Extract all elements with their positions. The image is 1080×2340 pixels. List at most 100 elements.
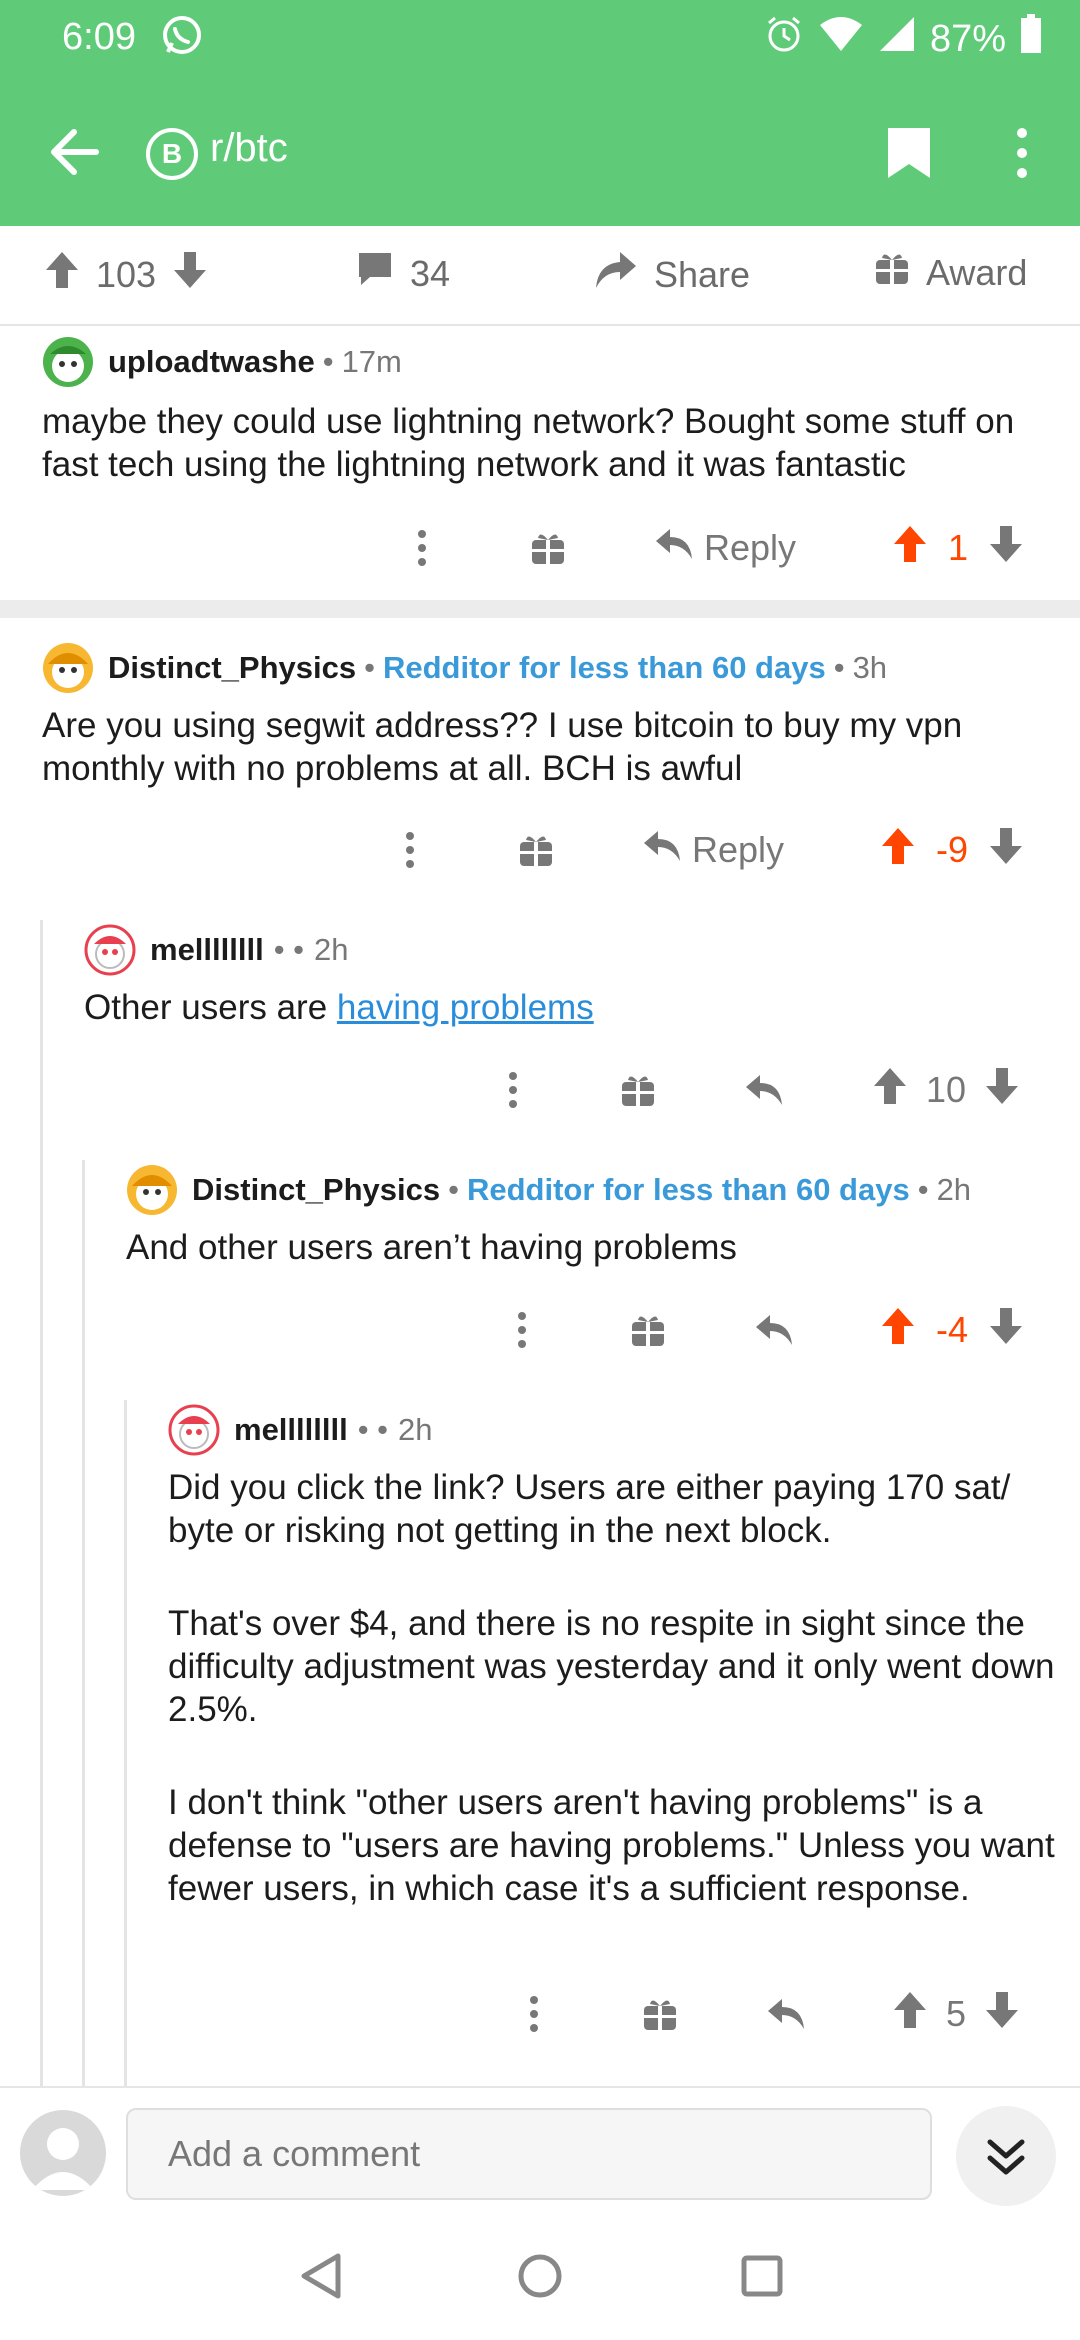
- gift-icon[interactable]: [642, 1996, 678, 2032]
- comment-divider: [0, 600, 1080, 618]
- more-vertical-icon[interactable]: [400, 830, 420, 870]
- comment-actions: -4: [0, 1302, 1080, 1358]
- more-vertical-icon[interactable]: [512, 1310, 532, 1350]
- comment-score: 10: [926, 1069, 967, 1110]
- downvote-icon[interactable]: [988, 524, 1024, 573]
- subreddit-icon: B: [146, 128, 198, 180]
- comment-count: 34: [410, 252, 451, 294]
- comment-username[interactable]: mellllllll: [150, 932, 264, 968]
- comment-meta: mellllllll • • 2h: [84, 924, 349, 976]
- comment-meta: Distinct_Physics • Redditor for less tha…: [42, 642, 887, 694]
- meta-separator: •: [364, 650, 375, 685]
- reply-icon[interactable]: [744, 1073, 784, 1107]
- reply-icon: [654, 527, 694, 570]
- comment-paragraph: Are you using segwit address?? I use bit…: [42, 706, 963, 788]
- battery-percent: 87%: [929, 17, 1006, 60]
- whatsapp-icon: [160, 14, 204, 63]
- upvote-icon[interactable]: [44, 250, 80, 299]
- upvote-icon[interactable]: [892, 524, 928, 573]
- user-avatar[interactable]: [20, 2110, 106, 2196]
- downvote-icon[interactable]: [988, 826, 1024, 875]
- downvote-icon[interactable]: [984, 1990, 1020, 2039]
- avatar[interactable]: [42, 642, 94, 694]
- comment-link[interactable]: having problems: [337, 988, 594, 1027]
- comment-icon: [356, 250, 394, 297]
- downvote-icon[interactable]: [172, 250, 208, 299]
- upvote-icon[interactable]: [892, 1990, 928, 2039]
- gift-icon[interactable]: [518, 832, 554, 868]
- comment-username[interactable]: mellllllll: [234, 1412, 348, 1448]
- gift-icon[interactable]: [530, 530, 566, 566]
- avatar[interactable]: [42, 336, 94, 388]
- gift-icon[interactable]: [620, 1072, 656, 1108]
- downvote-icon[interactable]: [984, 1066, 1020, 1115]
- reply-icon[interactable]: [766, 1997, 806, 2031]
- nav-home-icon[interactable]: [516, 2252, 564, 2305]
- comment-paragraph: Did you click the link? Users are either…: [168, 1468, 1011, 1550]
- comment-paragraph: That's over $4, and there is no respite …: [168, 1604, 1055, 1729]
- avatar[interactable]: [126, 1164, 178, 1216]
- subreddit-title[interactable]: r/btc: [210, 126, 288, 171]
- upvote-icon[interactable]: [880, 1306, 916, 1355]
- meta-separator: •: [448, 1172, 459, 1207]
- user-flair: Redditor for less than 60 days: [382, 650, 826, 685]
- more-vertical-icon[interactable]: [1010, 126, 1034, 185]
- comment-actions: Reply -9: [0, 822, 1080, 878]
- collapse-double-chevron-icon[interactable]: [956, 2106, 1056, 2206]
- comment-vote: 10: [872, 1066, 1020, 1115]
- upvote-icon[interactable]: [880, 826, 916, 875]
- user-flair: Redditor for less than 60 days: [466, 1172, 910, 1207]
- post-vote: 103: [44, 250, 208, 299]
- comment-body: Are you using segwit address?? I use bit…: [42, 704, 1042, 840]
- thread-line[interactable]: [82, 1160, 85, 2086]
- comment-username[interactable]: Distinct_Physics: [192, 1172, 440, 1208]
- meta-separator: •: [833, 650, 845, 685]
- award-button[interactable]: Award: [874, 250, 1027, 295]
- share-button[interactable]: Share: [594, 250, 750, 299]
- comment-age: 2h: [314, 932, 349, 967]
- reply-icon[interactable]: [754, 1313, 794, 1347]
- share-icon: [594, 250, 638, 299]
- meta-separator: • •: [273, 932, 305, 967]
- app-bar: B r/btc: [0, 78, 1080, 226]
- comment-score: -4: [936, 1309, 969, 1350]
- status-time: 6:09: [62, 16, 136, 58]
- comment-age: 17m: [341, 344, 402, 379]
- thread-line[interactable]: [124, 1400, 127, 2086]
- comment-actions: Reply 1: [0, 520, 1080, 576]
- more-vertical-icon[interactable]: [524, 1994, 544, 2034]
- comment-username[interactable]: uploadtwashe: [108, 344, 315, 380]
- comment-paragraph: I don't think "other users aren't having…: [168, 1783, 1055, 1908]
- comment-username[interactable]: Distinct_Physics: [108, 650, 356, 686]
- upvote-icon[interactable]: [872, 1066, 908, 1115]
- reply-button[interactable]: Reply: [654, 527, 796, 570]
- comment-vote: 1: [892, 524, 1024, 573]
- downvote-icon[interactable]: [988, 1306, 1024, 1355]
- comment-paragraph: And other users aren’t having problems: [126, 1228, 737, 1267]
- reply-label: Reply: [692, 829, 785, 870]
- share-label: Share: [654, 253, 751, 295]
- comment-vote: -9: [880, 826, 1024, 875]
- more-vertical-icon[interactable]: [503, 1070, 523, 1110]
- system-nav-bar: [0, 2216, 1080, 2340]
- post-score: 103: [96, 253, 157, 295]
- add-comment-input[interactable]: Add a comment: [126, 2108, 932, 2200]
- avatar[interactable]: [168, 1404, 220, 1456]
- wifi-icon: [818, 15, 864, 63]
- meta-separator: •: [917, 1172, 929, 1207]
- nav-back-icon[interactable]: [298, 2252, 342, 2305]
- back-arrow-icon[interactable]: [48, 126, 100, 183]
- comments-button[interactable]: 34: [356, 250, 450, 297]
- more-vertical-icon[interactable]: [412, 528, 432, 568]
- reply-label: Reply: [704, 527, 797, 568]
- comment-meta: Distinct_Physics • Redditor for less tha…: [126, 1164, 971, 1216]
- reply-button[interactable]: Reply: [642, 829, 784, 872]
- comment-score: 5: [946, 1993, 967, 2034]
- post-action-bar: 103 34 Share Award: [0, 228, 1080, 326]
- nav-recents-icon[interactable]: [740, 2252, 784, 2305]
- bookmark-icon[interactable]: [886, 126, 932, 185]
- avatar[interactable]: [84, 924, 136, 976]
- comment-vote: 5: [892, 1990, 1020, 2039]
- gift-icon[interactable]: [630, 1312, 666, 1348]
- comment-body: maybe they could use lightning network? …: [42, 400, 1042, 536]
